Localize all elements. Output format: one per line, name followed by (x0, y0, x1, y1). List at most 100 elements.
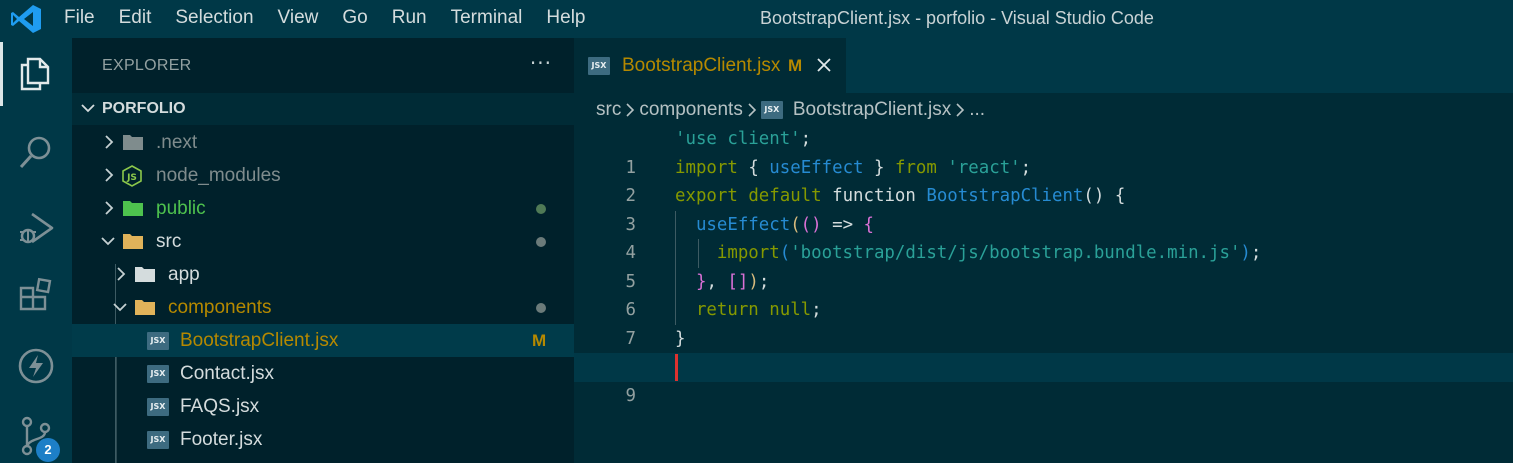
jsx-file-icon: JSX (760, 101, 783, 119)
tree-item-label: src (156, 231, 182, 252)
chevron-right-icon (117, 267, 126, 281)
activity-search[interactable] (0, 118, 72, 182)
git-modified-badge: M (532, 331, 547, 350)
activity-run-debug[interactable] (0, 194, 72, 258)
code-line: 4 useEffect(() => { (574, 210, 1513, 263)
code-text: import { useEffect } from 'react'; (675, 157, 1032, 178)
activity-explorer[interactable] (0, 42, 72, 106)
tree-item-next[interactable]: .next (72, 126, 574, 159)
breadcrumb-item[interactable]: ... (969, 99, 985, 121)
chevron-right-icon (105, 168, 114, 182)
tree-item-label: Contact.jsx (180, 363, 274, 384)
text-cursor (675, 354, 678, 381)
extensions-icon (19, 277, 52, 311)
tree-item-faqs[interactable]: JSX FAQS.jsx (72, 390, 574, 423)
breadcrumb: src components JSX BootstrapClient.jsx .… (596, 95, 985, 125)
tab-modified-indicator: M (788, 56, 803, 75)
code-line: 6 }, []); (574, 267, 1513, 320)
jsx-file-icon: JSX (588, 57, 610, 75)
chevron-down-icon (113, 303, 127, 312)
menu-view[interactable]: View (266, 0, 331, 38)
chevron-right-icon (956, 103, 965, 117)
line-number: 9 (625, 385, 636, 406)
editor-area: JSX BootstrapClient.jsx M src components… (574, 38, 1513, 463)
breadcrumb-item[interactable]: src (596, 99, 621, 121)
activity-bar: 2 (0, 38, 72, 463)
code-text: import('bootstrap/dist/js/bootstrap.bund… (716, 243, 1262, 263)
breadcrumb-item[interactable]: components (639, 99, 743, 121)
vscode-logo-icon (11, 5, 41, 33)
tree-item-bootstrapclient[interactable]: JSX BootstrapClient.jsx M (72, 324, 574, 357)
close-icon[interactable] (816, 57, 832, 73)
tree-item-label: BootstrapClient.jsx (180, 330, 339, 351)
tab-bootstrapclient[interactable]: JSX BootstrapClient.jsx M (574, 38, 846, 93)
run-debug-icon (20, 212, 54, 244)
svg-text:JS: JS (126, 173, 137, 183)
folder-icon (123, 201, 143, 216)
folder-icon (135, 267, 155, 282)
explorer-sidebar: EXPLORER ··· PORFOLIO .next JS node_modu… (72, 38, 574, 463)
code-text: } (675, 328, 686, 349)
code-line: 7 return null; (574, 296, 1513, 349)
tree-item-contact[interactable]: JSX Contact.jsx (72, 357, 574, 390)
tree-item-label: node_modules (156, 165, 281, 186)
file-tree: .next JS node_modules public src app com… (72, 126, 574, 456)
tree-item-footer[interactable]: JSX Footer.jsx (72, 423, 574, 456)
tree-item-public[interactable]: public (72, 192, 574, 225)
code-text: return null; (695, 300, 822, 320)
source-control-badge: 2 (36, 438, 60, 462)
nodejs-folder-icon: JS (122, 165, 142, 187)
tab-label: BootstrapClient.jsx (622, 55, 781, 76)
tree-item-label: .next (156, 132, 198, 153)
chevron-down-icon (81, 104, 95, 113)
menu-selection[interactable]: Selection (163, 0, 265, 38)
code-text: useEffect(() => { (695, 214, 875, 235)
chevron-right-icon (748, 103, 756, 117)
chevron-right-icon (105, 201, 114, 215)
project-title: PORFOLIO (102, 100, 186, 117)
jsx-file-icon: JSX (147, 398, 169, 416)
jsx-file-icon: JSX (147, 431, 169, 449)
code-text: 'use client'; (675, 129, 812, 149)
menu-help[interactable]: Help (534, 0, 597, 38)
window-title: BootstrapClient.jsx - porfolio - Visual … (760, 8, 1154, 28)
project-section-header[interactable]: PORFOLIO (72, 93, 574, 125)
tree-item-label: components (168, 297, 272, 318)
activity-bolt[interactable] (0, 332, 72, 396)
chevron-right-icon (626, 103, 635, 117)
activity-source-control[interactable]: 2 (0, 400, 72, 463)
code-line: 8 } (574, 325, 1513, 378)
folder-open-icon (135, 300, 155, 315)
more-actions-button[interactable]: ··· (530, 38, 552, 88)
menu-go[interactable]: Go (330, 0, 379, 38)
jsx-file-icon: JSX (147, 365, 169, 383)
tree-item-label: Footer.jsx (180, 429, 263, 450)
tree-item-node-modules[interactable]: JS node_modules (72, 159, 574, 192)
menu-edit[interactable]: Edit (107, 0, 164, 38)
breadcrumb-item[interactable]: BootstrapClient.jsx (793, 99, 951, 121)
code-editor[interactable]: 1 'use client'; 2 import { useEffect } f… (574, 125, 1513, 406)
folder-open-icon (123, 234, 143, 249)
code-line: 3 export default function BootstrapClien… (574, 182, 1513, 235)
tree-item-components[interactable]: components (72, 291, 574, 324)
code-line: 5 import('bootstrap/dist/js/bootstrap.bu… (574, 239, 1513, 292)
code-line-current: 9 (574, 353, 1513, 406)
tree-item-label: public (156, 198, 206, 219)
tree-item-label: FAQS.jsx (180, 396, 260, 417)
tree-item-app[interactable]: app (72, 258, 574, 291)
status-dot (536, 204, 546, 214)
code-text: }, []); (695, 271, 770, 292)
menu-terminal[interactable]: Terminal (439, 0, 535, 38)
chevron-down-icon (101, 237, 115, 246)
menu-file[interactable]: File (52, 0, 107, 38)
bolt-icon (18, 348, 54, 384)
title-bar: File Edit Selection View Go Run Terminal… (0, 0, 1513, 38)
explorer-icon (20, 57, 50, 91)
status-dot (536, 237, 546, 247)
code-line: 2 import { useEffect } from 'react'; (574, 154, 1513, 207)
activity-extensions[interactable] (0, 260, 72, 324)
chevron-right-icon (105, 135, 114, 149)
explorer-header: EXPLORER (102, 57, 192, 74)
menu-run[interactable]: Run (380, 0, 439, 38)
tree-item-src[interactable]: src (72, 225, 574, 258)
